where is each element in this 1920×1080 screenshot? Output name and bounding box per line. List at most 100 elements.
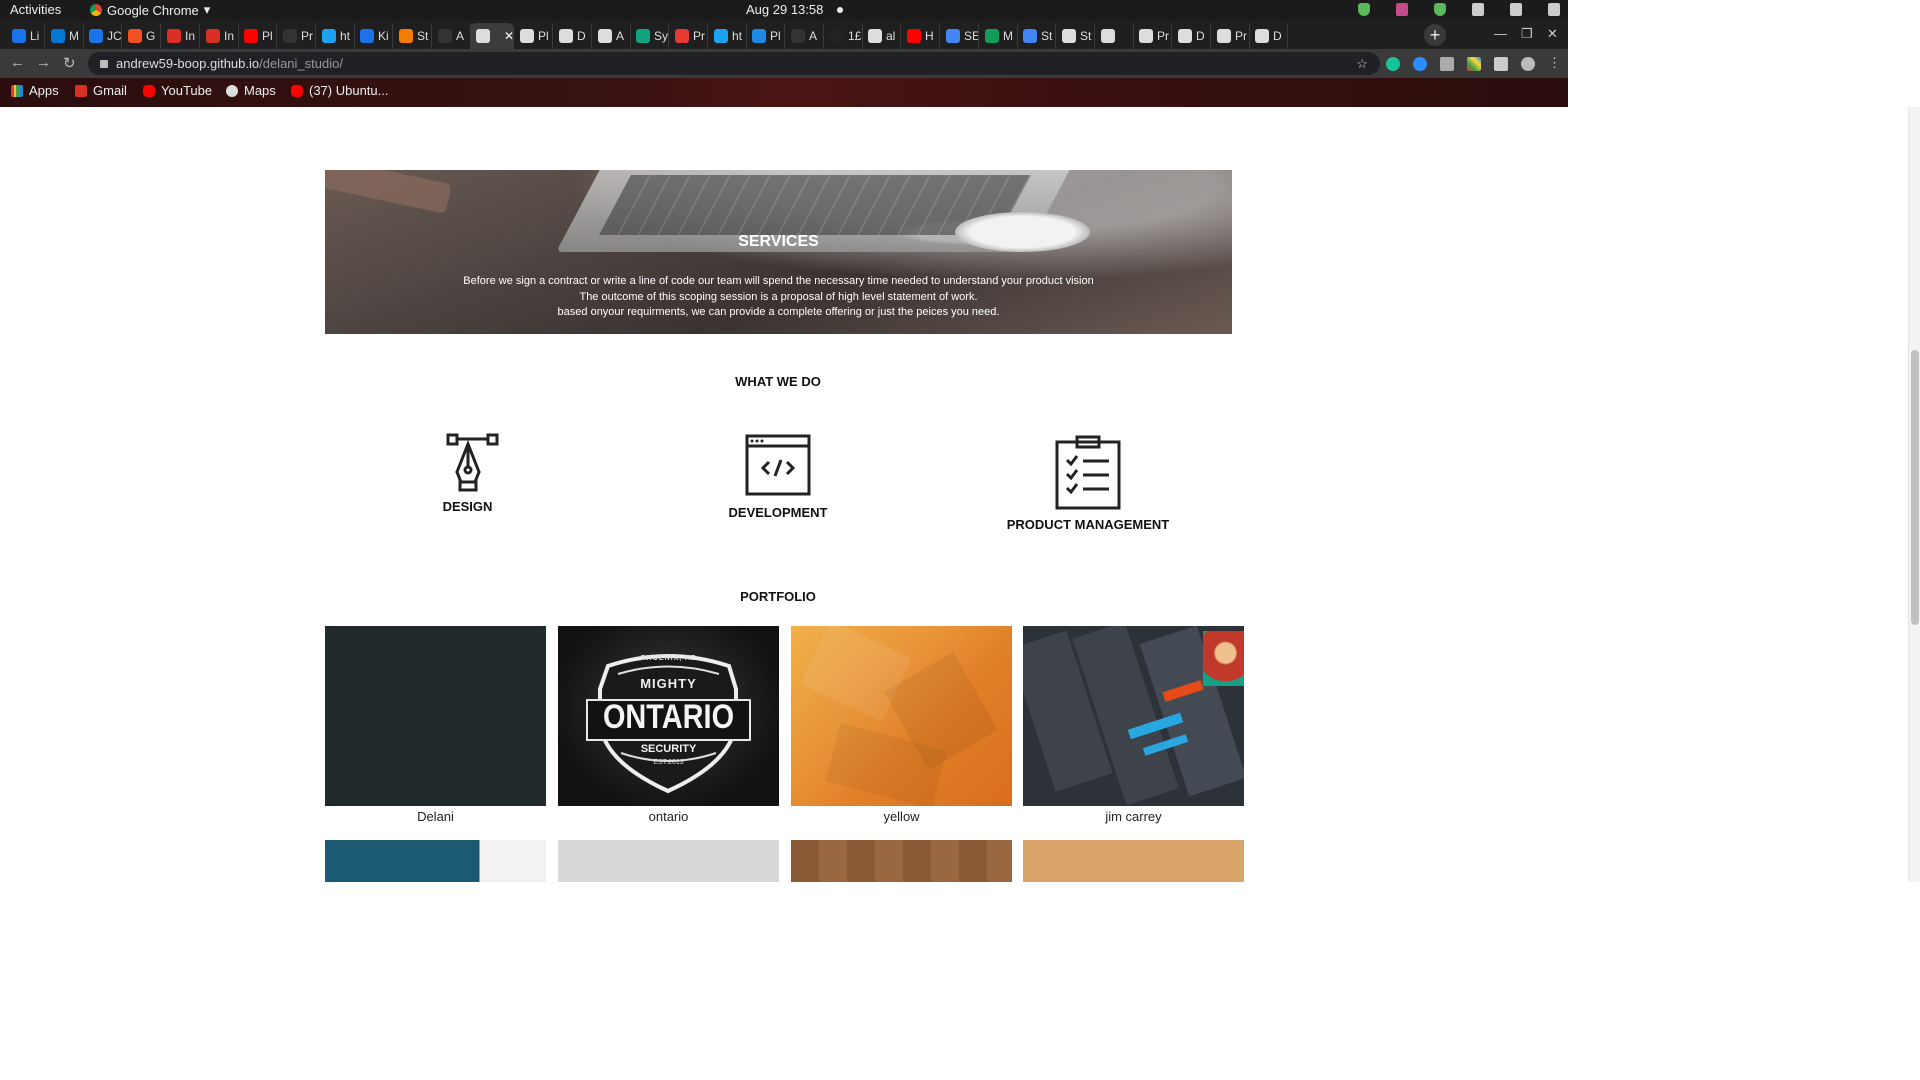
browser-tab[interactable]: Pl <box>238 23 277 49</box>
shield-icon[interactable] <box>1358 3 1370 16</box>
minimize-icon[interactable]: — <box>1494 26 1507 41</box>
tab-label: M <box>69 29 79 43</box>
browser-tab[interactable]: M <box>979 23 1018 49</box>
bookmark-maps[interactable]: Maps <box>226 83 276 98</box>
portfolio-image[interactable] <box>558 840 779 882</box>
pen-tool-icon <box>446 433 498 492</box>
badge-line-3: SECURITY <box>640 743 697 755</box>
clock[interactable]: Aug 29 13:58 <box>746 2 844 17</box>
favicon-icon <box>830 29 844 43</box>
portfolio-item[interactable] <box>325 840 546 882</box>
favicon-icon <box>675 29 689 43</box>
system-tray[interactable] <box>1358 3 1560 16</box>
slack-icon[interactable] <box>1396 3 1408 16</box>
favicon-icon <box>167 29 181 43</box>
portfolio-item-ontario[interactable]: PHOENIX, AZ MIGHTY ONTARIO SECURITY EST.… <box>558 626 779 824</box>
browser-tab[interactable]: St <box>393 23 432 49</box>
grammarly-icon[interactable] <box>1386 57 1400 71</box>
browser-tab[interactable]: A <box>432 23 471 49</box>
new-tab-button[interactable]: + <box>1424 24 1446 46</box>
browser-tab[interactable]: 1£ <box>824 23 863 49</box>
browser-tab[interactable]: Pl <box>746 23 785 49</box>
app-menu[interactable]: Google Chrome ▾ <box>90 2 210 18</box>
portfolio-item-jim-carrey[interactable]: jim carrey <box>1023 626 1244 824</box>
wifi-icon[interactable] <box>1472 3 1484 16</box>
bookmark-gmail[interactable]: Gmail <box>75 83 127 98</box>
browser-tab[interactable]: A <box>785 23 824 49</box>
browser-toolbar: ← → ↻ andrew59-boop.github.io/delani_stu… <box>0 49 1568 78</box>
portfolio-item[interactable] <box>558 840 779 882</box>
reload-icon[interactable]: ↻ <box>63 54 76 72</box>
favicon-icon <box>559 29 573 43</box>
browser-tab[interactable]: Pl <box>514 23 553 49</box>
browser-tab[interactable]: D <box>1249 23 1288 49</box>
favicon-icon <box>520 29 534 43</box>
browser-tab[interactable]: SE <box>940 23 979 49</box>
portfolio-image[interactable] <box>325 840 546 882</box>
browser-tab[interactable]: D <box>553 23 592 49</box>
browser-tab[interactable]: D <box>1172 23 1211 49</box>
favicon-icon <box>985 29 999 43</box>
browser-tab[interactable]: ht <box>316 23 355 49</box>
browser-tab[interactable]: Sy <box>630 23 669 49</box>
tab-label: 1£ <box>848 29 862 43</box>
zoom-icon[interactable] <box>1413 57 1427 71</box>
menu-kebab-icon[interactable]: ⋮ <box>1548 56 1561 71</box>
browser-tab[interactable]: JC <box>83 23 122 49</box>
portfolio-image[interactable] <box>1023 626 1244 806</box>
restore-icon[interactable]: ❐ <box>1521 26 1533 42</box>
browser-tab[interactable]: A <box>592 23 631 49</box>
puzzle-icon[interactable] <box>1494 57 1508 71</box>
browser-tab[interactable]: In <box>161 23 200 49</box>
services-line-3: based onyour requirments, we can provide… <box>557 306 1000 318</box>
close-window-icon[interactable]: ✕ <box>1547 26 1558 42</box>
bookmark-star-icon[interactable]: ☆ <box>1356 52 1368 75</box>
browser-tab[interactable]: M <box>45 23 84 49</box>
portfolio-image[interactable] <box>791 840 1012 882</box>
portfolio-image[interactable] <box>791 626 1012 806</box>
browser-tab[interactable]: Pr <box>669 23 708 49</box>
portfolio-item-delani[interactable]: Delani <box>325 626 546 824</box>
profile-avatar[interactable] <box>1521 57 1535 71</box>
color-extension-icon[interactable] <box>1467 57 1481 71</box>
portfolio-caption: Delani <box>417 809 454 824</box>
activities-button[interactable]: Activities <box>10 2 61 17</box>
badge-top-text: PHOENIX, AZ <box>640 655 697 662</box>
extension-icon[interactable] <box>1440 57 1454 71</box>
tab-active[interactable]: ✕ <box>470 23 514 49</box>
address-bar[interactable]: andrew59-boop.github.io/delani_studio/ ☆ <box>88 52 1380 75</box>
bookmark-ubuntu[interactable]: (37) Ubuntu... <box>291 83 389 98</box>
browser-tab[interactable]: Pr <box>1133 23 1172 49</box>
browser-tab[interactable]: Li <box>6 23 45 49</box>
browser-tab[interactable]: H <box>901 23 940 49</box>
portfolio-item[interactable] <box>791 840 1012 882</box>
favicon-icon <box>244 29 258 43</box>
volume-icon[interactable] <box>1510 3 1522 16</box>
portfolio-item[interactable] <box>1023 840 1244 882</box>
browser-tab[interactable]: St <box>1056 23 1095 49</box>
close-tab-icon[interactable]: ✕ <box>504 29 513 43</box>
browser-tab[interactable]: ht <box>708 23 747 49</box>
portfolio-item-yellow[interactable]: yellow <box>791 626 1012 824</box>
browser-tab[interactable]: Pr <box>277 23 316 49</box>
portfolio-image[interactable]: PHOENIX, AZ MIGHTY ONTARIO SECURITY EST.… <box>558 626 779 806</box>
tab-label: G <box>146 29 156 43</box>
browser-tab[interactable]: G <box>122 23 161 49</box>
browser-tab[interactable]: al <box>862 23 901 49</box>
forward-icon[interactable]: → <box>36 54 51 71</box>
browser-tab[interactable]: Ki <box>354 23 393 49</box>
scrollbar-thumb[interactable] <box>1911 350 1919 625</box>
page-scrollbar[interactable] <box>1908 107 1920 882</box>
browser-tab[interactable] <box>1095 23 1134 49</box>
browser-tab[interactable]: St <box>1017 23 1056 49</box>
back-icon[interactable]: ← <box>10 54 25 71</box>
portfolio-image[interactable] <box>1023 840 1244 882</box>
bookmark-apps[interactable]: Apps <box>11 83 59 98</box>
vpn-icon[interactable] <box>1434 3 1446 16</box>
bookmark-youtube[interactable]: YouTube <box>143 83 212 98</box>
portfolio-image[interactable] <box>325 626 546 806</box>
browser-tab[interactable]: In <box>200 23 239 49</box>
battery-icon[interactable] <box>1548 3 1560 16</box>
browser-tab[interactable]: Pr <box>1211 23 1250 49</box>
tab-label: St <box>417 29 429 43</box>
